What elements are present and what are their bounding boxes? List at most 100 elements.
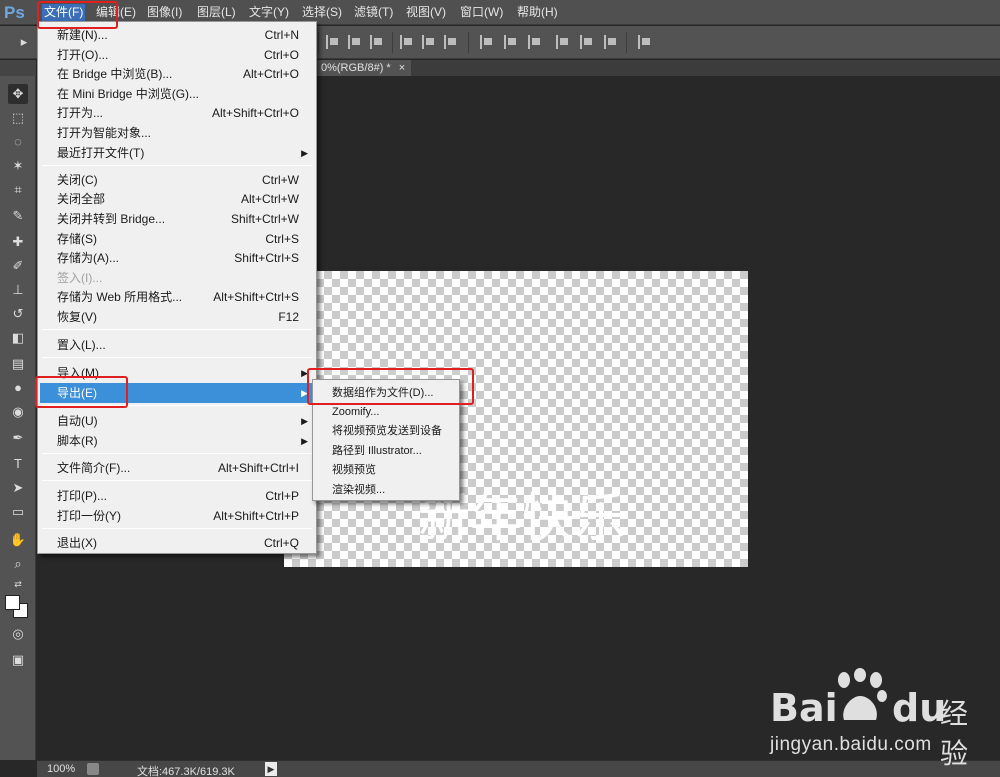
status-info-icon[interactable]	[87, 763, 99, 775]
menu-item-close-all[interactable]: 关闭全部 Alt+Ctrl+W	[40, 189, 314, 209]
submenu-item-paths-to-illustrator[interactable]: 路径到 Illustrator...	[315, 441, 457, 461]
zoom-tool-icon[interactable]: ⌕	[8, 554, 28, 574]
menu-separator	[42, 453, 312, 454]
distribute-top-icon[interactable]	[480, 35, 494, 49]
file-menu: 新建(N)... Ctrl+N 打开(O)... Ctrl+O 在 Bridge 中…	[37, 21, 317, 554]
menu-window[interactable]: 窗口(W)	[460, 4, 503, 21]
align-left-icon[interactable]	[400, 35, 414, 49]
options-separator	[318, 32, 319, 53]
menu-image[interactable]: 图像(I)	[147, 4, 182, 21]
distribute-right-icon[interactable]	[604, 35, 618, 49]
watermark-url: jingyan.baidu.com	[770, 734, 932, 755]
distribute-left-icon[interactable]	[556, 35, 570, 49]
foreground-color-swatch[interactable]	[5, 595, 20, 610]
screen-mode-icon[interactable]: ▣	[8, 650, 28, 670]
submenu-item-zoomify[interactable]: Zoomify...	[315, 402, 457, 422]
history-brush-tool-icon[interactable]: ↺	[8, 304, 28, 324]
menu-item-print[interactable]: 打印(P)... Ctrl+P	[40, 486, 314, 506]
align-vcenter-icon[interactable]	[348, 35, 362, 49]
menu-item-scripts[interactable]: 脚本(R) ▶	[40, 431, 314, 451]
submenu-item-render-video[interactable]: 渲染视频...	[315, 480, 457, 500]
pen-tool-icon[interactable]: ✒	[8, 428, 28, 448]
menu-item-save-as[interactable]: 存储为(A)... Shift+Ctrl+S	[40, 248, 314, 268]
eraser-tool-icon[interactable]: ◧	[8, 328, 28, 348]
menu-filter[interactable]: 滤镜(T)	[354, 4, 393, 21]
menu-separator	[42, 329, 312, 330]
document-size: 文档:467.3K/619.3K	[137, 766, 235, 777]
menu-separator	[42, 528, 312, 529]
menu-item-file-info[interactable]: 文件简介(F)... Alt+Shift+Ctrl+I	[40, 458, 314, 478]
distribute-vcenter-icon[interactable]	[504, 35, 518, 49]
align-hcenter-icon[interactable]	[422, 35, 436, 49]
quick-mask-icon[interactable]: ◎	[8, 624, 28, 644]
menu-item-revert[interactable]: 恢复(V) F12	[40, 307, 314, 327]
annotation-data-sets-box	[307, 368, 474, 405]
watermark-du: du	[892, 686, 947, 730]
hand-tool-icon[interactable]: ✋	[8, 530, 28, 550]
toolbox: ✥ ⬚ ◌ ✶ ⌗ ✎ ✚ ✐ ⊥ ↺ ◧ ▤ ● ◉ ✒ T ➤ ▭ ✋ ⌕ …	[0, 60, 36, 760]
document-tab[interactable]: 0%(RGB/8#) * ×	[315, 60, 412, 76]
menu-item-close-go-bridge[interactable]: 关闭并转到 Bridge... Shift+Ctrl+W	[40, 209, 314, 229]
menu-item-print-one-copy[interactable]: 打印一份(Y) Alt+Shift+Ctrl+P	[40, 506, 314, 526]
photoshop-logo: Ps	[4, 3, 25, 22]
menu-item-place[interactable]: 置入(L)...	[40, 335, 314, 355]
close-tab-icon[interactable]: ×	[399, 62, 405, 74]
align-top-icon[interactable]	[326, 35, 340, 49]
menu-layer[interactable]: 图层(L)	[197, 4, 236, 21]
submenu-arrow-icon: ▶	[301, 416, 308, 426]
dodge-tool-icon[interactable]: ◉	[8, 402, 28, 422]
menu-item-recent-files[interactable]: 最近打开文件(T) ▶	[40, 143, 314, 163]
magic-wand-tool-icon[interactable]: ✶	[8, 156, 28, 176]
type-tool-icon[interactable]: T	[8, 454, 28, 474]
eyedropper-tool-icon[interactable]: ✎	[8, 206, 28, 226]
crop-tool-icon[interactable]: ⌗	[8, 180, 28, 200]
menu-item-browse-mini-bridge[interactable]: 在 Mini Bridge 中浏览(G)...	[40, 84, 314, 104]
shape-tool-icon[interactable]: ▭	[8, 502, 28, 522]
submenu-item-send-video-preview[interactable]: 将视频预览发送到设备	[315, 421, 457, 441]
brush-tool-icon[interactable]: ✐	[8, 256, 28, 276]
menu-item-save-for-web[interactable]: 存储为 Web 所用格式... Alt+Shift+Ctrl+S	[40, 287, 314, 307]
menu-item-exit[interactable]: 退出(X) Ctrl+Q	[40, 533, 314, 553]
align-bottom-icon[interactable]	[370, 35, 384, 49]
clone-stamp-tool-icon[interactable]: ⊥	[8, 280, 28, 300]
marquee-tool-icon[interactable]: ⬚	[8, 108, 28, 128]
annotation-export-box	[35, 376, 128, 408]
menu-type[interactable]: 文字(Y)	[249, 4, 289, 21]
zoom-level[interactable]: 100%	[47, 763, 75, 775]
menu-item-open-as[interactable]: 打开为... Alt+Shift+Ctrl+O	[40, 103, 314, 123]
healing-brush-tool-icon[interactable]: ✚	[8, 232, 28, 252]
menu-item-close[interactable]: 关闭(C) Ctrl+W	[40, 170, 314, 190]
options-separator	[468, 32, 469, 53]
lasso-tool-icon[interactable]: ◌	[8, 132, 28, 152]
menu-item-save[interactable]: 存储(S) Ctrl+S	[40, 229, 314, 249]
status-menu-arrow-icon[interactable]: ▶	[265, 762, 277, 776]
watermark-bai: Bai	[770, 686, 838, 730]
path-selection-tool-icon[interactable]: ➤	[8, 478, 28, 498]
menu-item-open[interactable]: 打开(O)... Ctrl+O	[40, 45, 314, 65]
annotation-file-menu-box	[37, 1, 118, 29]
watermark-jingyan: 经验	[940, 698, 969, 769]
document-tab-title: 0%(RGB/8#) *	[321, 62, 391, 74]
distribute-hcenter-icon[interactable]	[580, 35, 594, 49]
blur-tool-icon[interactable]: ●	[8, 378, 28, 398]
auto-align-icon[interactable]	[638, 35, 652, 49]
submenu-item-video-preview[interactable]: 视频预览	[315, 460, 457, 480]
move-tool-preset-icon[interactable]: ▸	[14, 32, 34, 52]
menu-view[interactable]: 视图(V)	[406, 4, 446, 21]
swap-colors-icon[interactable]: ⇄	[8, 574, 28, 594]
menu-item-automate[interactable]: 自动(U) ▶	[40, 411, 314, 431]
move-tool-icon[interactable]: ✥	[8, 84, 28, 104]
baidu-jingyan-watermark: Bai du 经验 jingyan.baidu.com	[770, 668, 990, 769]
menu-separator	[42, 480, 312, 481]
baidu-paw-logo-icon	[838, 668, 887, 720]
gradient-tool-icon[interactable]: ▤	[8, 354, 28, 374]
menu-item-browse-bridge[interactable]: 在 Bridge 中浏览(B)... Alt+Ctrl+O	[40, 64, 314, 84]
toolbox-header[interactable]	[0, 60, 36, 76]
menu-select[interactable]: 选择(S)	[302, 4, 342, 21]
menu-help[interactable]: 帮助(H)	[517, 4, 558, 21]
distribute-bottom-icon[interactable]	[528, 35, 542, 49]
submenu-arrow-icon: ▶	[301, 148, 308, 158]
options-separator	[626, 32, 627, 53]
align-right-icon[interactable]	[444, 35, 458, 49]
menu-item-open-smart-object[interactable]: 打开为智能对象...	[40, 123, 314, 143]
